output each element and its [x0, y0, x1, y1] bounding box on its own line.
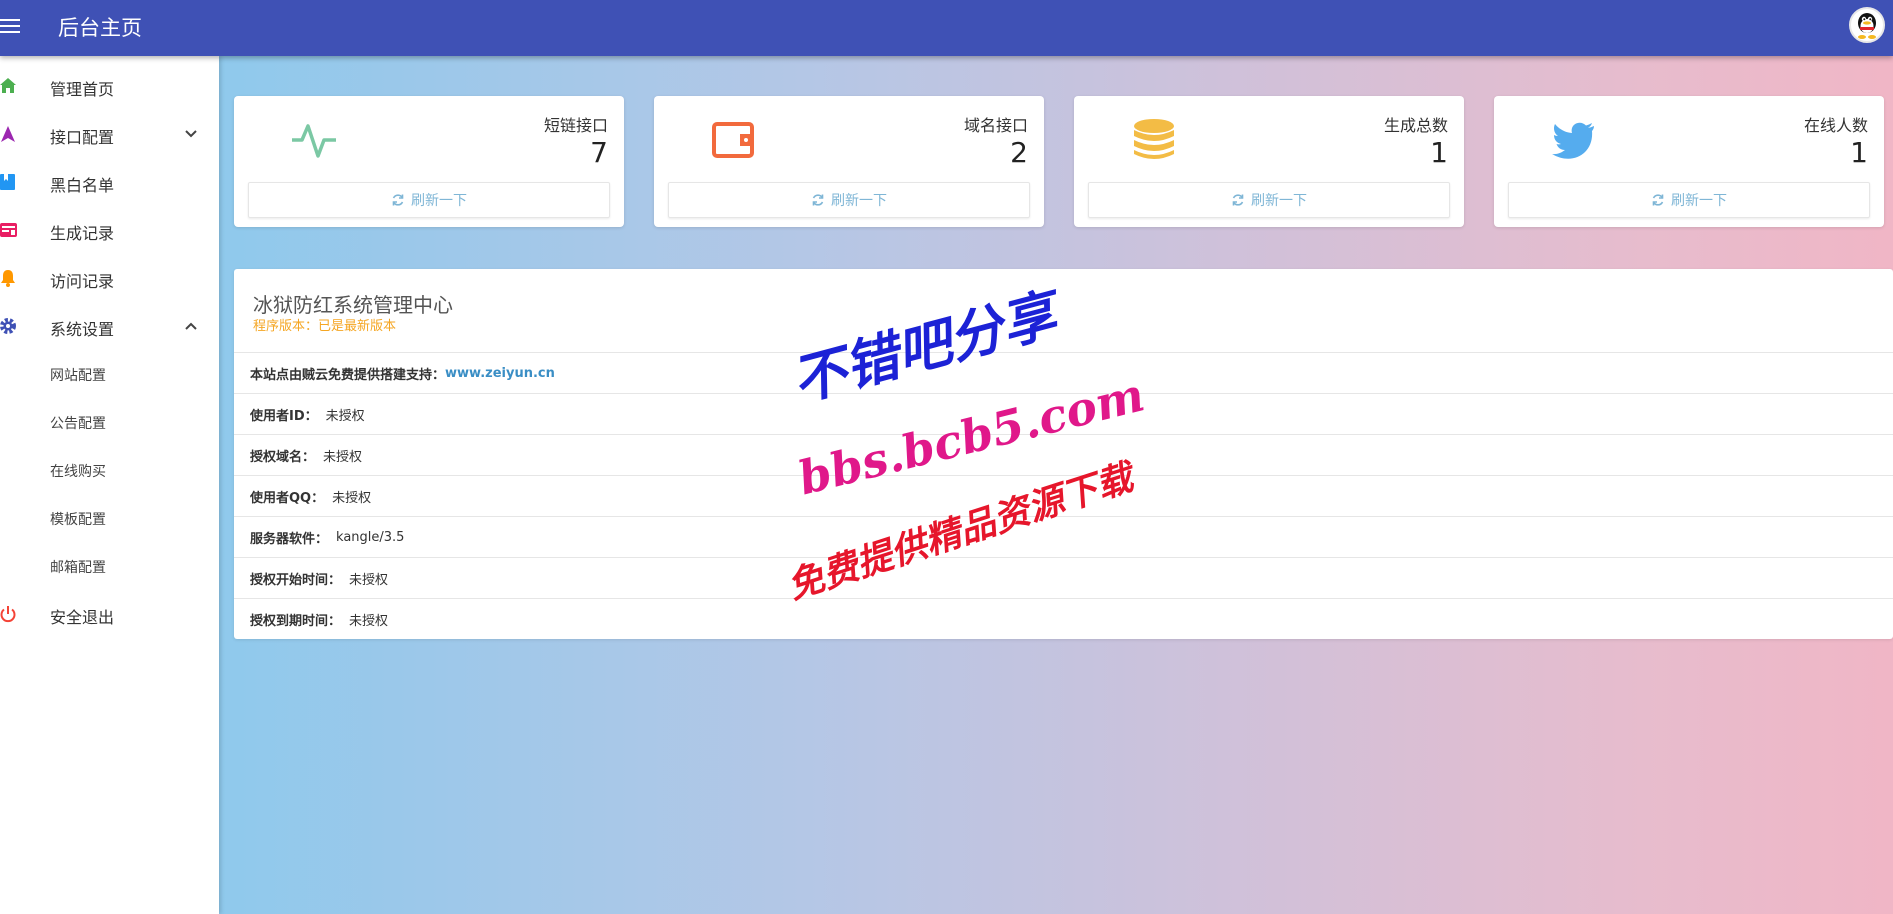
stat-card-generated-total: 生成总数 1 刷新一下 [1074, 96, 1464, 227]
page-title: 后台主页 [58, 16, 142, 40]
sidebar-item-label: 管理首页 [50, 80, 115, 99]
sidebar-subitem-notice-config[interactable]: 公告配置 [0, 398, 219, 446]
info-row: 授权开始时间： 未授权 [234, 557, 1893, 598]
sidebar-item-label: 接口配置 [50, 128, 115, 147]
info-value: kangle/3.5 [336, 529, 405, 545]
sidebar-subitem-label: 邮箱配置 [50, 560, 106, 576]
info-value: 未授权 [349, 572, 389, 588]
refresh-button-label: 刷新一下 [1671, 193, 1727, 209]
refresh-icon [1232, 194, 1244, 206]
sidebar-subitem-template-config[interactable]: 模板配置 [0, 494, 219, 542]
avatar[interactable] [1849, 7, 1885, 43]
refresh-button-label: 刷新一下 [831, 193, 887, 209]
stat-card-domain: 域名接口 2 刷新一下 [654, 96, 1044, 227]
navigation-icon [1, 126, 15, 142]
stat-label: 域名接口 [963, 116, 1028, 135]
wallet-icon [712, 122, 754, 158]
activity-icon [292, 124, 336, 158]
sidebar-item-system-settings[interactable]: 系统设置 [0, 302, 219, 350]
stat-card-short-link: 短链接口 7 刷新一下 [234, 96, 624, 227]
sidebar-item-label: 黑白名单 [50, 176, 115, 195]
sidebar-item-api-config[interactable]: 接口配置 [0, 110, 219, 158]
support-link[interactable]: www.zeiyun.cn [445, 366, 555, 381]
stat-label: 生成总数 [1383, 116, 1448, 135]
stat-label: 短链接口 [543, 116, 608, 135]
sidebar-subitem-label: 网站配置 [50, 368, 106, 384]
sidebar-subitem-site-config[interactable]: 网站配置 [0, 350, 219, 398]
chevron-down-icon[interactable] [182, 125, 200, 143]
home-icon [0, 78, 16, 93]
stat-value: 1 [1430, 136, 1448, 169]
menu-icon[interactable] [0, 15, 26, 41]
sidebar-item-label: 生成记录 [50, 224, 115, 243]
refresh-button-label: 刷新一下 [411, 193, 467, 209]
power-icon [0, 606, 16, 623]
refresh-button[interactable]: 刷新一下 [1088, 182, 1450, 218]
twitter-icon [1552, 122, 1594, 159]
sidebar-item-home[interactable]: 管理首页 [0, 62, 219, 110]
stat-value: 7 [590, 136, 608, 169]
stat-label: 在线人数 [1803, 116, 1868, 135]
sidebar-subitem-label: 公告配置 [50, 416, 106, 432]
sidebar-subitem-online-purchase[interactable]: 在线购买 [0, 446, 219, 494]
refresh-button[interactable]: 刷新一下 [248, 182, 610, 218]
list-icon [0, 223, 17, 237]
sidebar-subitem-label: 模板配置 [50, 512, 106, 528]
sidebar-item-label: 系统设置 [50, 320, 115, 339]
refresh-button[interactable]: 刷新一下 [1508, 182, 1870, 218]
info-value: 未授权 [349, 613, 389, 629]
sidebar: 管理首页 接口配置 黑白名单 生成记录 访问记录 系统设置 网站配置 公告配置 … [0, 56, 219, 914]
system-info-panel: 冰狱防红系统管理中心 程序版本：已是最新版本 本站点由贼云免费提供搭建支持： w… [234, 269, 1893, 639]
info-value: 未授权 [323, 449, 363, 465]
sidebar-subitem-mail-config[interactable]: 邮箱配置 [0, 542, 219, 590]
info-key: 本站点由贼云免费提供搭建支持： [250, 367, 446, 383]
panel-title: 冰狱防红系统管理中心 [253, 293, 453, 317]
info-key: 服务器软件： [250, 531, 329, 547]
version-status: 程序版本：已是最新版本 [253, 319, 397, 334]
stat-card-online-users: 在线人数 1 刷新一下 [1494, 96, 1884, 227]
bell-icon [1, 270, 15, 287]
stat-value: 1 [1850, 136, 1868, 169]
gear-icon [0, 318, 16, 334]
info-row: 授权到期时间： 未授权 [234, 598, 1893, 639]
refresh-icon [392, 194, 404, 206]
info-key: 授权到期时间： [250, 613, 342, 629]
refresh-icon [812, 194, 824, 206]
sidebar-item-generate-log[interactable]: 生成记录 [0, 206, 219, 254]
refresh-button[interactable]: 刷新一下 [668, 182, 1030, 218]
sidebar-item-logout[interactable]: 安全退出 [0, 590, 219, 638]
chevron-up-icon[interactable] [182, 317, 200, 335]
sidebar-item-blacklist[interactable]: 黑白名单 [0, 158, 219, 206]
refresh-icon [1652, 194, 1664, 206]
refresh-button-label: 刷新一下 [1251, 193, 1307, 209]
info-key: 使用者QQ： [250, 490, 325, 506]
database-icon [1134, 119, 1174, 159]
sidebar-subitem-label: 在线购买 [50, 464, 106, 480]
info-key: 授权开始时间： [250, 572, 342, 588]
info-value: 未授权 [325, 408, 365, 424]
info-value: 未授权 [332, 490, 372, 506]
info-key: 授权域名： [250, 449, 316, 465]
sidebar-item-visit-log[interactable]: 访问记录 [0, 254, 219, 302]
sidebar-item-label: 安全退出 [50, 608, 115, 627]
sidebar-item-label: 访问记录 [50, 272, 115, 291]
stat-value: 2 [1010, 136, 1028, 169]
info-key: 使用者ID： [250, 408, 318, 424]
top-app-bar: 后台主页 [0, 0, 1893, 56]
bookmark-icon [0, 174, 15, 190]
